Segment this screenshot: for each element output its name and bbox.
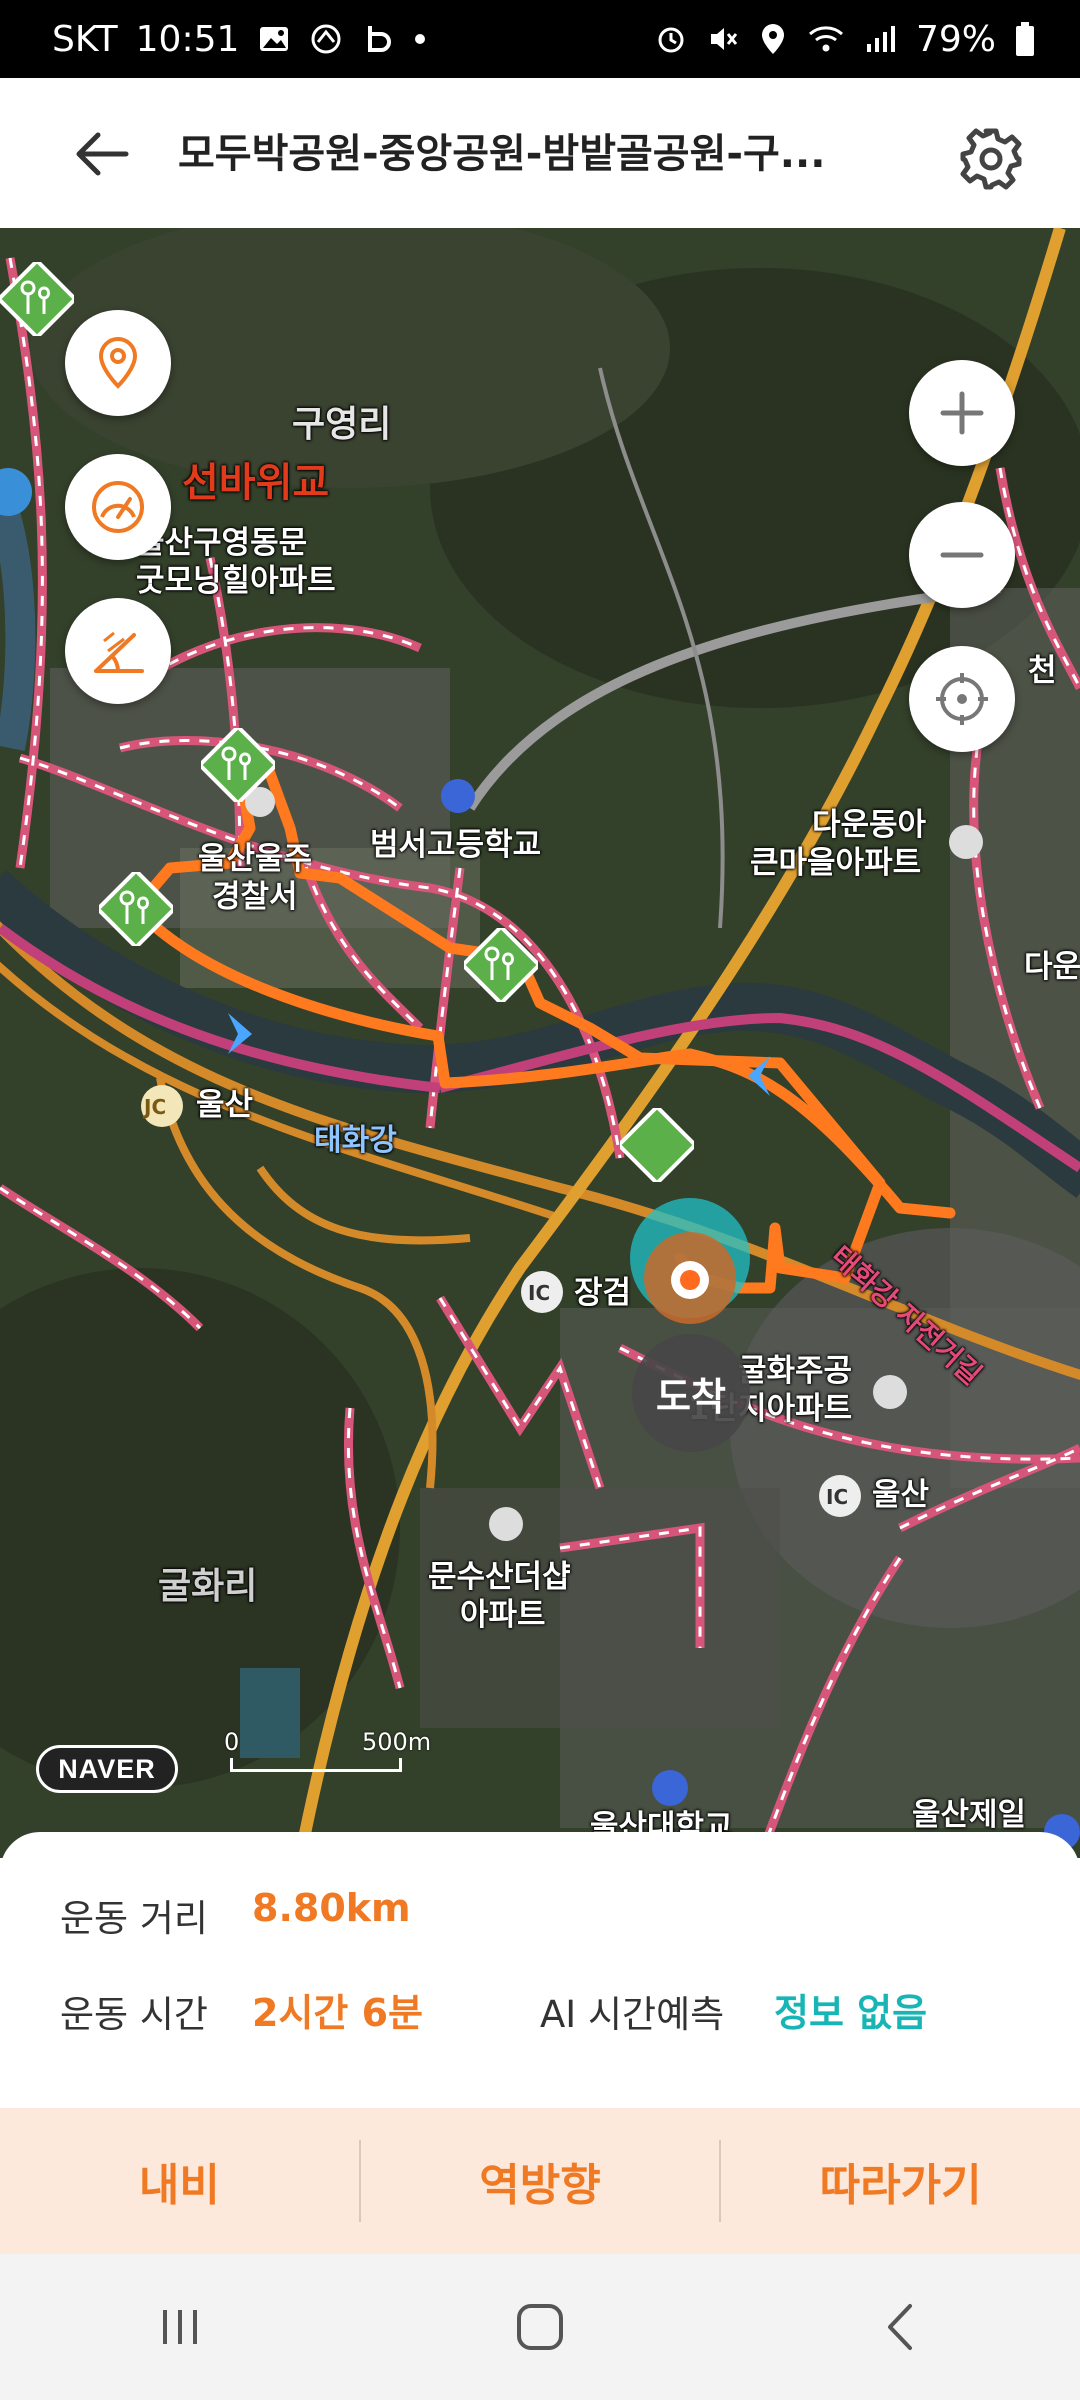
location-pin-button[interactable] (65, 310, 171, 416)
label-janggeom: 장검 (574, 1275, 632, 1311)
location-pin-icon (98, 336, 138, 389)
park-marker-icon[interactable] (0, 262, 74, 336)
back-arrow-icon (76, 132, 129, 176)
label-beomseo-school: 범서고등학교 (370, 827, 542, 863)
elevation-button[interactable] (65, 598, 171, 704)
park-marker-icon[interactable] (464, 928, 538, 1002)
label-munsusan-line2: 아파트 (460, 1597, 546, 1633)
label-guyeong-ri: 구영리 (292, 404, 392, 445)
time-text: 10:51 (135, 18, 240, 60)
alarm-icon (654, 19, 688, 59)
label-daun-edge: 다운 (1024, 949, 1080, 985)
label-ulsan-jeil: 울산제일 (912, 1797, 1027, 1833)
ai-estimate-value: 정보 없음 (774, 1991, 928, 2035)
park-marker-icon[interactable] (620, 1108, 694, 1182)
label-daun-line1: 다운동아 (812, 807, 927, 843)
ai-estimate-label: AI 시간예측 (540, 1993, 725, 2036)
label-gulhwa-apt-line1: 굴화주공 (738, 1353, 853, 1389)
recent-apps-icon (163, 2310, 197, 2344)
app-bar: 모두박공원-중앙공원-밤밭골공원-구... (0, 78, 1080, 228)
arrival-marker[interactable]: 도착 (632, 1334, 750, 1452)
carrier-text: SKT (52, 18, 118, 60)
crosshair-icon (936, 673, 988, 725)
time-value: 2시간 6분 (252, 1991, 423, 2035)
label-gulhwa-ri: 굴화리 (158, 1566, 258, 1607)
status-bar: SKT 10:51 79% (0, 0, 1080, 78)
wifi-icon (806, 19, 846, 59)
map-scale: 0 500m (222, 1728, 431, 1788)
my-location-button[interactable] (909, 646, 1015, 752)
label-taehwa-river: 태화강 (314, 1123, 397, 1158)
location-icon (758, 19, 788, 59)
recent-apps-button[interactable] (100, 2277, 260, 2377)
label-cheon-edge: 천 (1028, 653, 1057, 689)
label-munsusan-line1: 문수산더샵 (428, 1559, 571, 1595)
signal-icon (864, 19, 898, 59)
park-marker-icon[interactable] (99, 872, 173, 946)
system-nav-bar (0, 2254, 1080, 2400)
park-marker-icon[interactable] (201, 728, 275, 802)
nav-back-button[interactable] (820, 2277, 980, 2377)
battery-text: 79% (915, 18, 996, 60)
time-label: 운동 시간 (60, 1993, 208, 2036)
distance-value: 8.80km (252, 1886, 411, 1930)
back-button[interactable] (62, 122, 142, 186)
jc-badge: JC (144, 1095, 167, 1119)
angle-icon (94, 631, 144, 673)
b-icon (361, 19, 395, 59)
map-view[interactable]: JC IC IC 구영리 선바위교 울산구영동문 굿모닝힐아파트 울산울주 경찰… (0, 228, 1080, 1858)
scale-distance: 500m (362, 1728, 432, 1756)
reverse-button[interactable]: 역방향 (361, 2108, 720, 2254)
settings-button[interactable] (952, 120, 1030, 198)
action-bar: 내비 역방향 따라가기 (0, 2108, 1080, 2254)
label-daun-line2: 큰마을아파트 (750, 845, 922, 881)
plus-icon (940, 391, 984, 435)
image-icon (257, 19, 291, 59)
label-police-line1: 울산울주 (198, 841, 313, 877)
home-icon (517, 2304, 563, 2350)
dot-icon (413, 19, 427, 59)
page-title: 모두박공원-중앙공원-밤밭골공원-구... (178, 131, 826, 177)
speedometer-icon (92, 481, 144, 533)
zoom-in-button[interactable] (909, 360, 1015, 466)
label-seonbawi-bridge: 선바위교 (182, 460, 330, 506)
label-apt-line2: 굿모닝힐아파트 (136, 563, 336, 599)
mute-icon (706, 19, 740, 59)
label-ulsan-jc: 울산 (196, 1087, 254, 1123)
naver-logo: NAVER (36, 1745, 178, 1793)
scale-zero: 0 (224, 1728, 240, 1756)
gear-icon (960, 128, 1022, 190)
label-police-line2: 경찰서 (212, 879, 298, 915)
follow-button[interactable]: 따라가기 (721, 2108, 1080, 2254)
distance-label: 운동 거리 (60, 1897, 208, 1940)
nav-back-icon (888, 2304, 912, 2350)
speed-button[interactable] (65, 454, 171, 560)
scale-bar (230, 1758, 402, 1772)
ic-badge-ulsan: IC (826, 1485, 849, 1509)
battery-icon (1014, 19, 1036, 59)
zoom-out-button[interactable] (909, 502, 1015, 608)
label-ulsan-ic: 울산 (872, 1477, 930, 1513)
home-button[interactable] (460, 2277, 620, 2377)
navi-button[interactable]: 내비 (0, 2108, 359, 2254)
minus-icon (940, 552, 984, 558)
app-icon (309, 19, 343, 59)
ic-badge-janggeom: IC (528, 1281, 551, 1305)
